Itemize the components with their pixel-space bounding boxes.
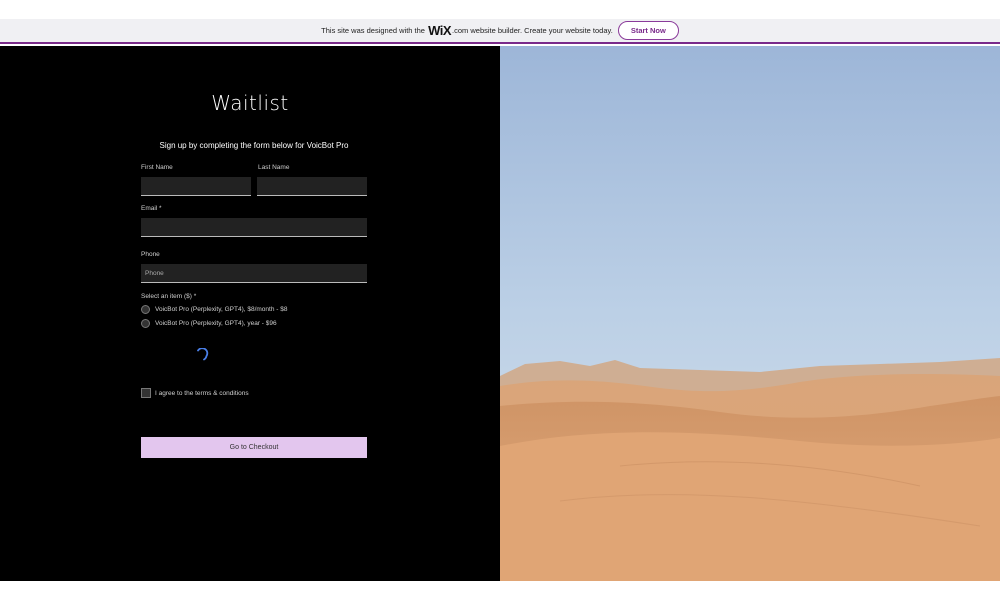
email-field[interactable] xyxy=(141,218,367,237)
banner-text-after: .com website builder. Create your websit… xyxy=(452,26,613,35)
wix-logo: WiX xyxy=(428,23,452,38)
select-item-label: Select an item ($) * xyxy=(141,293,197,300)
form-subtitle: Sign up by completing the form below for… xyxy=(159,141,349,150)
loading-spinner-icon xyxy=(197,348,209,361)
desert-image xyxy=(500,46,1000,581)
terms-checkbox-row[interactable]: I agree to the terms & conditions xyxy=(141,388,249,398)
first-name-label: First Name xyxy=(141,164,173,171)
option-yearly[interactable]: VoicBot Pro (Perplexity, GPT4), year - $… xyxy=(141,319,277,328)
radio-button[interactable] xyxy=(141,305,150,314)
banner-text-before: This site was designed with the xyxy=(321,26,425,35)
desert-landscape-image xyxy=(500,46,1000,581)
wix-promo-banner: This site was designed with the WiX .com… xyxy=(0,19,1000,44)
go-to-checkout-button[interactable]: Go to Checkout xyxy=(141,437,367,458)
last-name-label: Last Name xyxy=(258,164,290,171)
email-label: Email * xyxy=(141,205,162,212)
banner-text: This site was designed with the WiX .com… xyxy=(321,23,613,38)
option-label: VoicBot Pro (Perplexity, GPT4), $8/month… xyxy=(155,306,288,313)
start-now-button[interactable]: Start Now xyxy=(617,21,679,40)
form-panel: Waitlist Sign up by completing the form … xyxy=(0,46,500,581)
phone-label: Phone xyxy=(141,251,160,258)
option-monthly[interactable]: VoicBot Pro (Perplexity, GPT4), $8/month… xyxy=(141,305,287,314)
page-title: Waitlist xyxy=(211,91,289,115)
radio-button[interactable] xyxy=(141,319,150,328)
terms-checkbox[interactable] xyxy=(141,388,151,398)
last-name-field[interactable] xyxy=(257,177,367,196)
phone-field[interactable]: Phone xyxy=(141,264,367,283)
terms-label: I agree to the terms & conditions xyxy=(155,389,249,397)
first-name-field[interactable] xyxy=(141,177,251,196)
phone-placeholder: Phone xyxy=(145,269,164,277)
option-label: VoicBot Pro (Perplexity, GPT4), year - $… xyxy=(155,320,277,327)
